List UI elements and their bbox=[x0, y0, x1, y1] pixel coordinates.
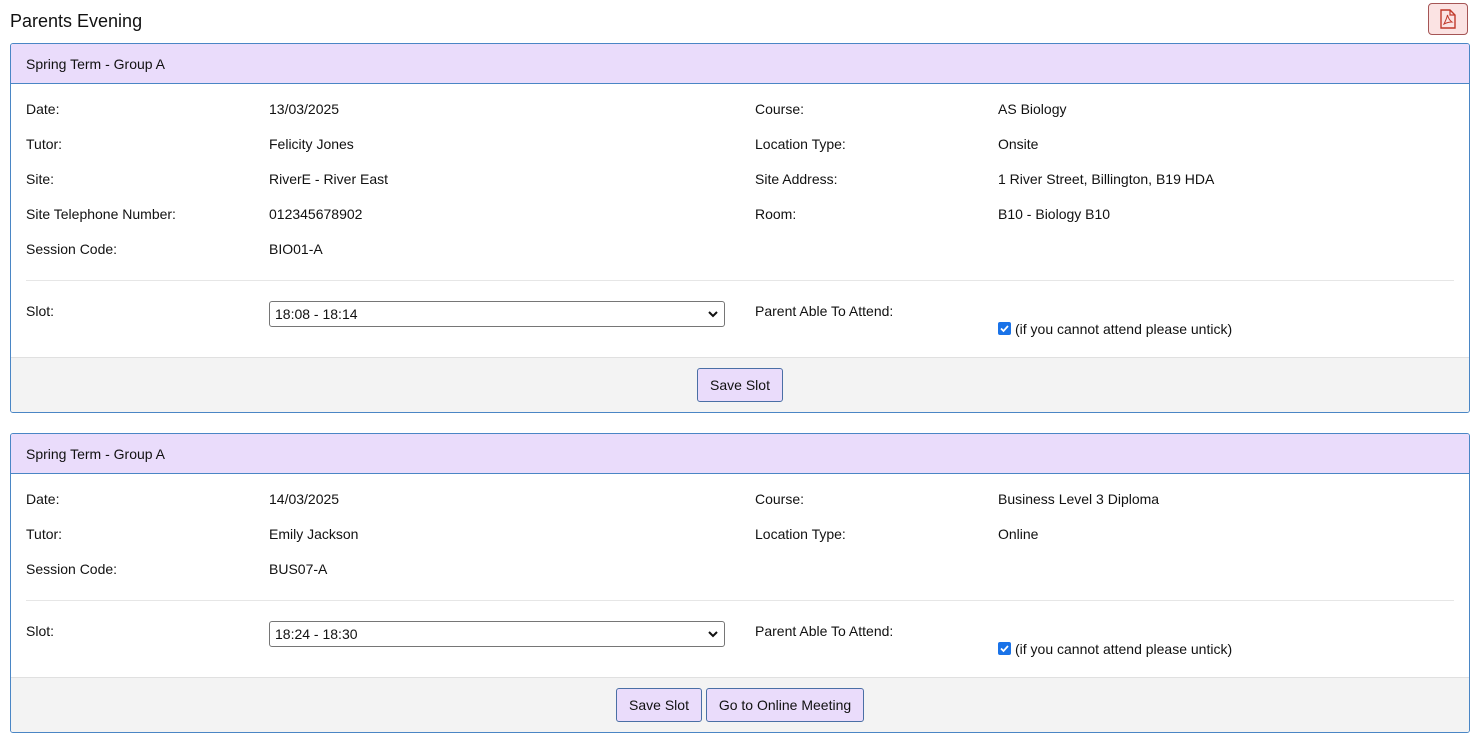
card-body: Date: 14/03/2025 Course: Business Level … bbox=[11, 474, 1469, 677]
room-value: B10 - Biology B10 bbox=[998, 206, 1111, 222]
card-header: Spring Term - Group A bbox=[11, 44, 1469, 84]
parent-attend-checkbox[interactable] bbox=[998, 321, 1011, 335]
save-slot-button[interactable]: Save Slot bbox=[616, 688, 702, 722]
session-details: Date: 14/03/2025 Course: Business Level … bbox=[26, 474, 1454, 587]
session-code-value: BUS07-A bbox=[269, 561, 328, 577]
pdf-icon bbox=[1440, 9, 1456, 29]
date-value: 14/03/2025 bbox=[269, 491, 340, 507]
slot-select[interactable]: 18:24 - 18:30 bbox=[269, 621, 725, 647]
card-body: Date: 13/03/2025 Course: AS Biology Tuto… bbox=[11, 84, 1469, 357]
course-value: Business Level 3 Diploma bbox=[998, 491, 1160, 507]
site-address-label: Site Address: bbox=[755, 171, 838, 187]
parent-attend-label: Parent Able To Attend: bbox=[755, 303, 894, 319]
tutor-value: Emily Jackson bbox=[269, 526, 359, 542]
card-header: Spring Term - Group A bbox=[11, 434, 1469, 474]
course-value: AS Biology bbox=[998, 101, 1067, 117]
session-card-1: Spring Term - Group A Date: 13/03/2025 C… bbox=[10, 43, 1470, 413]
parent-attend-checkbox[interactable] bbox=[998, 641, 1011, 655]
session-code-label: Session Code: bbox=[26, 241, 118, 257]
export-pdf-button[interactable] bbox=[1428, 3, 1468, 35]
check-icon bbox=[1000, 644, 1009, 652]
room-label: Room: bbox=[755, 206, 797, 222]
site-value: RiverE - River East bbox=[269, 171, 389, 187]
slot-row: Slot: 18:24 - 18:30 Parent Able To Atten… bbox=[26, 601, 1454, 677]
parent-attend-label: Parent Able To Attend: bbox=[755, 623, 894, 639]
date-label: Date: bbox=[26, 491, 60, 507]
date-label: Date: bbox=[26, 101, 60, 117]
chevron-down-icon bbox=[708, 311, 718, 318]
tutor-label: Tutor: bbox=[26, 526, 63, 542]
online-meeting-button[interactable]: Go to Online Meeting bbox=[706, 688, 864, 722]
site-label: Site: bbox=[26, 171, 55, 187]
session-code-label: Session Code: bbox=[26, 561, 118, 577]
tutor-value: Felicity Jones bbox=[269, 136, 354, 152]
check-icon bbox=[1000, 324, 1009, 332]
card-footer: Save Slot bbox=[11, 357, 1469, 412]
slot-selected-value: 18:24 - 18:30 bbox=[275, 626, 358, 642]
slot-selected-value: 18:08 - 18:14 bbox=[275, 306, 358, 322]
location-type-value: Online bbox=[998, 526, 1039, 542]
location-type-label: Location Type: bbox=[755, 526, 846, 542]
location-type-label: Location Type: bbox=[755, 136, 846, 152]
date-value: 13/03/2025 bbox=[269, 101, 340, 117]
location-type-value: Onsite bbox=[998, 136, 1039, 152]
site-phone-label: Site Telephone Number: bbox=[26, 206, 176, 222]
page-title: Parents Evening bbox=[10, 11, 143, 31]
slot-row: Slot: 18:08 - 18:14 Parent Able To Atten… bbox=[26, 281, 1454, 357]
attend-note: (if you cannot attend please untick) bbox=[1015, 641, 1233, 657]
slot-label: Slot: bbox=[26, 303, 55, 319]
session-details: Date: 13/03/2025 Course: AS Biology Tuto… bbox=[26, 84, 1454, 267]
attend-note: (if you cannot attend please untick) bbox=[1015, 321, 1233, 337]
chevron-down-icon bbox=[708, 631, 718, 638]
site-phone-value: 012345678902 bbox=[269, 206, 363, 222]
slot-label: Slot: bbox=[26, 623, 55, 639]
site-address-value: 1 River Street, Billington, B19 HDA bbox=[998, 171, 1215, 187]
session-code-value: BIO01-A bbox=[269, 241, 323, 257]
course-label: Course: bbox=[755, 491, 805, 507]
save-slot-button[interactable]: Save Slot bbox=[697, 368, 783, 402]
slot-select[interactable]: 18:08 - 18:14 bbox=[269, 301, 725, 327]
card-footer: Save Slot Go to Online Meeting bbox=[11, 677, 1469, 732]
session-card-2: Spring Term - Group A Date: 14/03/2025 C… bbox=[10, 433, 1470, 733]
course-label: Course: bbox=[755, 101, 805, 117]
tutor-label: Tutor: bbox=[26, 136, 63, 152]
